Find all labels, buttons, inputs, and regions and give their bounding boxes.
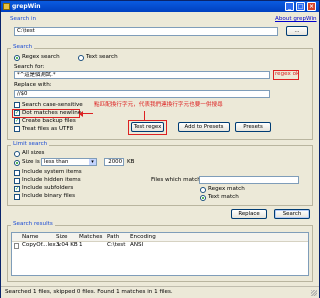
text-search-radio[interactable] [78,55,84,61]
status-bar: Searched 1 files, skipped 0 files. Found… [1,286,319,298]
row-size: 3.04 KB [56,242,78,248]
text-match-label: Text match [208,194,239,200]
minimize-button[interactable]: _ [285,2,294,11]
subfolders-label: Include subfolders [22,185,74,191]
regex-match-radio[interactable] [200,187,206,193]
system-items-label: Include system items [22,169,82,175]
title-bar[interactable]: grepWin _ □ × [1,1,319,12]
search-button[interactable]: Search [274,209,310,219]
results-table[interactable]: Name Size Matches Path Encoding CopyOf..… [11,232,309,276]
annotation-connector [144,111,145,120]
add-to-presets-button[interactable]: Add to Presets [178,122,230,132]
replace-with-label: Replace with: [14,82,52,88]
replace-button[interactable]: Replace [231,209,267,219]
table-row[interactable]: CopyOf...lex.v 3.04 KB 1 C:\test ANSI [12,242,308,250]
text-search-label: Text search [86,54,118,60]
maximize-button[interactable]: □ [296,2,305,11]
column-encoding[interactable]: Encoding [130,234,156,241]
column-path[interactable]: Path [107,234,119,241]
window-title: grepWin [12,3,41,10]
search-in-label: Search in [10,16,37,22]
subfolders-checkbox[interactable]: ✓ [14,186,20,192]
binary-files-checkbox[interactable] [14,194,20,200]
size-is-label: Size is [22,159,40,165]
size-op-value: less than [44,159,69,165]
search-group-title: Search [11,44,35,51]
presets-button[interactable]: Presets [235,122,271,132]
replace-with-input[interactable]: //$0 [14,90,270,98]
column-name[interactable]: Name [22,234,39,241]
search-path-input[interactable]: C:\test [14,27,278,36]
limit-search-title: Limit search [11,141,50,148]
regex-match-label: Regex match [208,186,245,192]
regex-search-radio[interactable] [14,55,20,61]
browse-button[interactable]: ... [286,26,308,36]
backup-label: Create backup files [22,118,76,124]
utf8-checkbox[interactable] [14,126,20,132]
app-icon [3,3,10,10]
case-sensitive-label: Search case-sensitive [22,102,83,108]
hidden-items-checkbox[interactable] [14,178,20,184]
row-name: CopyOf...lex.v [22,242,61,248]
row-encoding: ANSI [130,242,144,248]
all-sizes-label: All sizes [22,150,45,156]
about-link[interactable]: About grepWin [275,16,317,23]
regex-search-label: Regex search [22,54,60,60]
search-for-input[interactable]: *^這是個測試.* [14,71,270,79]
annotation-arrow-head [79,111,83,117]
search-results-title: Search results [11,221,55,228]
annotation-text: 點匹配換行字元，代表我們連換行字元也要一併搜尋 [94,102,223,108]
binary-files-label: Include binary files [22,193,76,199]
file-icon [14,243,19,249]
utf8-label: Treat files as UTF8 [22,126,74,132]
system-items-checkbox[interactable] [14,170,20,176]
resize-grip[interactable] [311,290,317,296]
test-regex-button[interactable]: Test regex [131,122,164,132]
size-is-radio[interactable] [14,160,20,166]
files-match-input[interactable] [199,176,299,184]
backup-checkbox[interactable]: ✓ [14,118,20,124]
status-text: Searched 1 files, skipped 0 files. Found… [5,289,173,295]
search-for-label: Search for: [14,64,45,70]
dot-newline-checkbox[interactable]: ✓ [14,110,20,116]
all-sizes-radio[interactable] [14,151,20,157]
size-op-select[interactable]: less than ▾ [41,158,97,166]
regex-status: regex ok [275,71,300,77]
column-matches[interactable]: Matches [79,234,102,241]
row-matches: 1 [79,242,83,248]
hidden-items-label: Include hidden items [22,177,81,183]
case-sensitive-checkbox[interactable] [14,102,20,108]
chevron-down-icon[interactable]: ▾ [89,159,96,165]
row-path: C:\test [107,242,126,248]
close-button[interactable]: × [307,2,316,11]
text-match-radio[interactable] [200,195,206,201]
size-value-input[interactable]: 2000 [104,158,124,166]
column-size[interactable]: Size [56,234,67,241]
size-unit-label: KB [127,159,135,165]
files-match-label: Files which match: [151,177,203,183]
grepwin-window: grepWin _ □ × Search in About grepWin C:… [0,0,320,298]
dot-newline-label: Dot matches newline [22,110,82,116]
